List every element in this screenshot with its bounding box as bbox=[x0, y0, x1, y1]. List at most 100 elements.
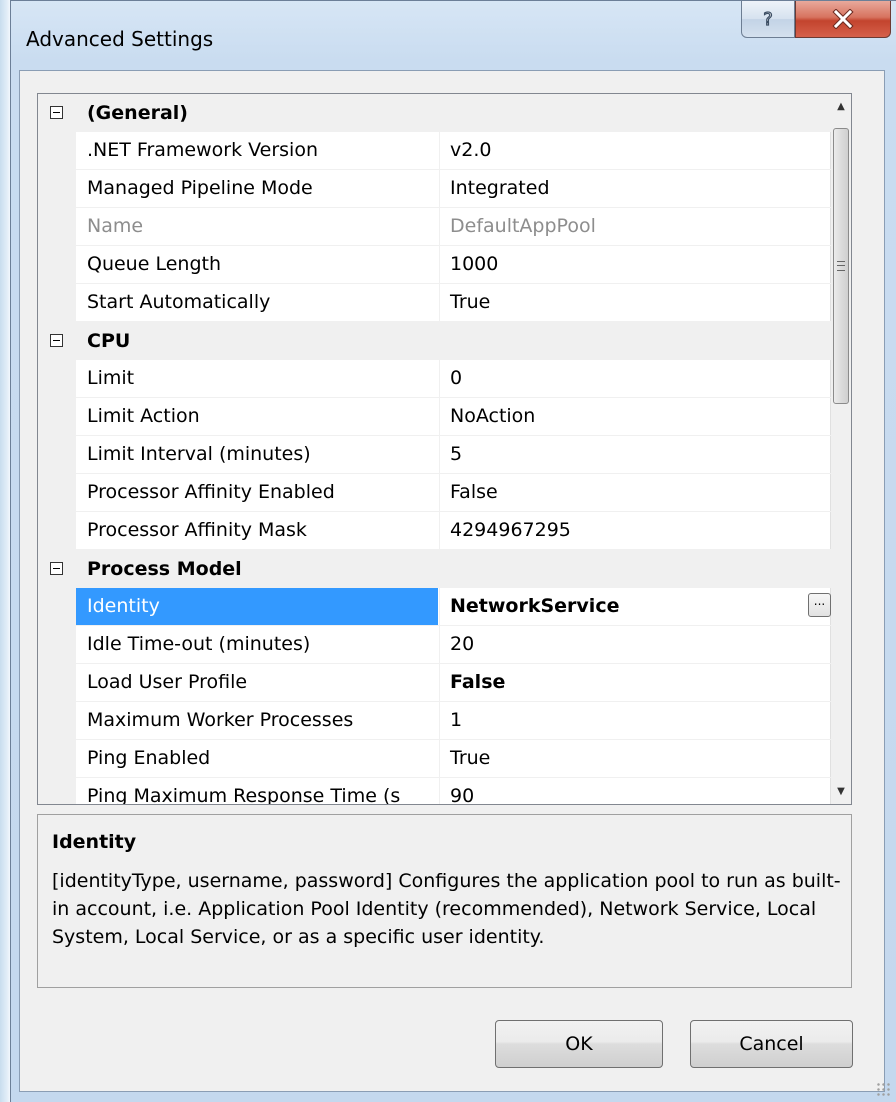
property-row[interactable]: Processor Affinity Enabled False bbox=[38, 474, 831, 512]
dialog-title: Advanced Settings bbox=[26, 27, 214, 51]
collapse-minus-icon[interactable] bbox=[50, 106, 63, 119]
ok-button[interactable]: OK bbox=[495, 1020, 663, 1068]
property-value[interactable]: 1000 bbox=[439, 246, 831, 283]
property-row[interactable]: .NET Framework Version v2.0 bbox=[38, 132, 831, 170]
grip-icon bbox=[837, 261, 845, 271]
property-value[interactable]: NoAction bbox=[439, 398, 831, 435]
property-name[interactable]: Limit bbox=[76, 360, 438, 397]
property-row[interactable]: Limit 0 bbox=[38, 360, 831, 398]
property-name[interactable]: Ping Maximum Response Time (s bbox=[76, 778, 438, 804]
property-value[interactable]: NetworkService... bbox=[439, 588, 831, 625]
property-name[interactable]: Maximum Worker Processes bbox=[76, 702, 438, 739]
row-margin bbox=[38, 284, 76, 322]
property-value[interactable]: 1 bbox=[439, 702, 831, 739]
ellipsis-button[interactable]: ... bbox=[808, 593, 831, 617]
property-name[interactable]: Idle Time-out (minutes) bbox=[76, 626, 438, 663]
property-value[interactable]: 90 bbox=[439, 778, 831, 805]
svg-text:?: ? bbox=[763, 9, 773, 30]
resize-grip-icon[interactable] bbox=[876, 1082, 890, 1096]
property-value[interactable]: 20 bbox=[439, 626, 831, 663]
close-button[interactable] bbox=[795, 1, 891, 38]
row-margin bbox=[38, 664, 76, 702]
property-value[interactable]: DefaultAppPool bbox=[439, 208, 831, 245]
property-value-text: False bbox=[450, 671, 506, 693]
category-label: Process Model bbox=[87, 558, 242, 580]
collapse-minus-icon[interactable] bbox=[50, 334, 63, 347]
category-row[interactable]: (General) bbox=[38, 94, 831, 132]
property-row[interactable]: Limit Action NoAction bbox=[38, 398, 831, 436]
category-label: CPU bbox=[87, 330, 131, 352]
property-value-text: 1000 bbox=[450, 253, 499, 275]
help-icon: ? bbox=[763, 8, 774, 30]
property-value[interactable]: True bbox=[439, 284, 831, 321]
category-row[interactable]: Process Model bbox=[38, 550, 831, 588]
property-value[interactable]: False bbox=[439, 474, 831, 511]
help-button[interactable]: ? bbox=[741, 1, 795, 38]
property-name[interactable]: Name bbox=[76, 208, 438, 245]
row-margin bbox=[38, 208, 76, 246]
row-margin bbox=[38, 132, 76, 170]
scroll-thumb[interactable] bbox=[833, 128, 849, 404]
property-value[interactable]: Integrated bbox=[439, 170, 831, 207]
property-name[interactable]: .NET Framework Version bbox=[76, 132, 438, 169]
property-value-text: 4294967295 bbox=[450, 519, 571, 541]
vertical-scrollbar[interactable]: ▲ ▼ bbox=[830, 94, 851, 804]
property-name[interactable]: Identity bbox=[76, 588, 438, 625]
collapse-minus-icon[interactable] bbox=[50, 562, 63, 575]
row-margin bbox=[38, 778, 76, 804]
property-row[interactable]: Processor Affinity Mask 4294967295 bbox=[38, 512, 831, 550]
property-row[interactable]: Ping Enabled True bbox=[38, 740, 831, 778]
property-value-text: True bbox=[450, 747, 491, 769]
property-name[interactable]: Processor Affinity Enabled bbox=[76, 474, 438, 511]
property-name[interactable]: Processor Affinity Mask bbox=[76, 512, 438, 549]
property-name[interactable]: Limit Interval (minutes) bbox=[76, 436, 438, 473]
property-row[interactable]: Name DefaultAppPool bbox=[38, 208, 831, 246]
row-margin bbox=[38, 398, 76, 436]
property-value[interactable]: 5 bbox=[439, 436, 831, 473]
row-margin bbox=[38, 436, 76, 474]
property-row[interactable]: Start Automatically True bbox=[38, 284, 831, 322]
property-grid[interactable]: ▲ ▼ (General) .NET Framework Version v2.0 M… bbox=[37, 93, 852, 805]
row-margin bbox=[38, 474, 76, 512]
cancel-button[interactable]: Cancel bbox=[690, 1020, 853, 1068]
row-margin bbox=[38, 740, 76, 778]
scroll-up-arrow-icon[interactable]: ▲ bbox=[831, 96, 851, 117]
property-value-text: NoAction bbox=[450, 405, 536, 427]
property-value[interactable]: v2.0 bbox=[439, 132, 831, 169]
property-name[interactable]: Start Automatically bbox=[76, 284, 438, 321]
description-panel: Identity [identityType, username, passwo… bbox=[37, 814, 852, 988]
property-value[interactable]: False bbox=[439, 664, 831, 701]
property-name[interactable]: Managed Pipeline Mode bbox=[76, 170, 438, 207]
property-name[interactable]: Load User Profile bbox=[76, 664, 438, 701]
property-row[interactable]: Managed Pipeline Mode Integrated bbox=[38, 170, 831, 208]
row-margin bbox=[38, 626, 76, 664]
property-row[interactable]: Idle Time-out (minutes) 20 bbox=[38, 626, 831, 664]
property-value-text: 1 bbox=[450, 709, 463, 731]
property-value[interactable]: 0 bbox=[439, 360, 831, 397]
property-value[interactable]: 4294967295 bbox=[439, 512, 831, 549]
scroll-down-arrow-icon[interactable]: ▼ bbox=[831, 781, 851, 802]
property-name[interactable]: Ping Enabled bbox=[76, 740, 438, 777]
property-row[interactable]: Ping Maximum Response Time (s 90 bbox=[38, 778, 831, 805]
category-row[interactable]: CPU bbox=[38, 322, 831, 360]
property-name[interactable]: Limit Action bbox=[76, 398, 438, 435]
property-row[interactable]: Limit Interval (minutes) 5 bbox=[38, 436, 831, 474]
close-icon bbox=[832, 9, 854, 29]
row-margin bbox=[38, 588, 76, 626]
property-row[interactable]: Maximum Worker Processes 1 bbox=[38, 702, 831, 740]
row-margin bbox=[38, 512, 76, 550]
property-row[interactable]: Queue Length 1000 bbox=[38, 246, 831, 284]
property-value[interactable]: True bbox=[439, 740, 831, 777]
property-row[interactable]: Load User Profile False bbox=[38, 664, 831, 702]
property-value-text: v2.0 bbox=[450, 139, 492, 161]
property-value-text: 90 bbox=[450, 785, 475, 805]
property-value-text: NetworkService bbox=[450, 595, 620, 617]
property-value-text: Integrated bbox=[450, 177, 550, 199]
category-label: (General) bbox=[87, 102, 188, 124]
property-value-text: 5 bbox=[450, 443, 463, 465]
property-row[interactable]: Identity NetworkService... bbox=[38, 588, 831, 626]
description-title: Identity bbox=[52, 831, 137, 853]
property-value-text: 0 bbox=[450, 367, 463, 389]
property-name[interactable]: Queue Length bbox=[76, 246, 438, 283]
property-value-text: DefaultAppPool bbox=[450, 215, 596, 237]
